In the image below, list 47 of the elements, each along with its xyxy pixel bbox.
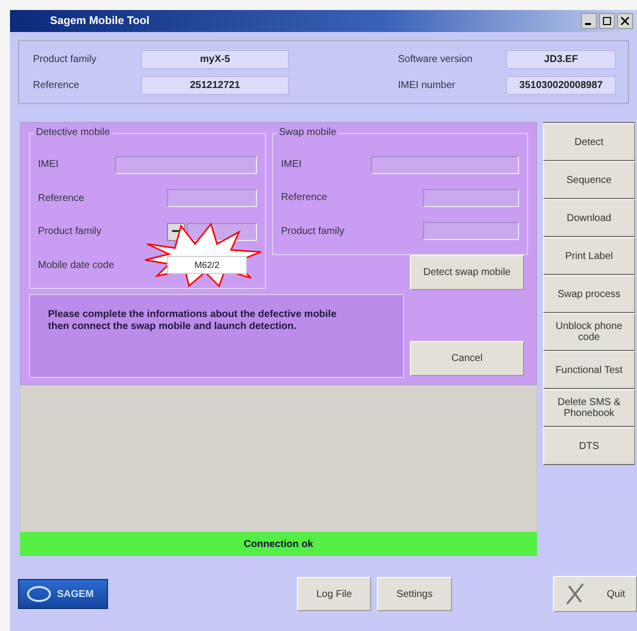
minimize-button[interactable] [581, 13, 597, 29]
side-button[interactable]: Detect [543, 123, 635, 161]
info-value: myX-5 [141, 50, 289, 68]
info-label: Product family [32, 54, 98, 64]
group-title: Detective mobile [34, 127, 112, 138]
panel-button[interactable]: Cancel [410, 341, 524, 376]
close-button[interactable] [617, 13, 633, 29]
status-bar: Connection ok [20, 532, 537, 556]
bottom-button[interactable]: Settings [377, 577, 452, 611]
field-label: Mobile date code [38, 260, 116, 271]
maximize-button[interactable] [599, 13, 615, 29]
side-button[interactable]: Unblock phone code [543, 313, 635, 351]
info-label: Software version [397, 54, 474, 64]
window-title: Sagem Mobile Tool [50, 15, 150, 27]
side-button[interactable]: Print Label [543, 237, 635, 275]
instruction-message: Please complete the informations about the defective mobile then connect the swap mobile and launch detection. [29, 294, 404, 378]
input-field[interactable] [423, 188, 519, 207]
input-field[interactable]: M62/2 [167, 256, 247, 274]
field-label: Reference [38, 192, 86, 204]
info-label: Reference [32, 80, 80, 90]
quit-button[interactable]: Quit [553, 576, 637, 612]
maximize-icon [603, 17, 611, 25]
field-label: Reference [281, 192, 328, 204]
side-button[interactable]: Sequence [543, 161, 635, 199]
side-button[interactable]: Delete SMS & Phonebook [543, 389, 635, 427]
field-label: IMEI [38, 159, 60, 170]
info-label: IMEI number [397, 80, 456, 90]
side-button[interactable]: Swap process [543, 275, 635, 313]
input-field[interactable] [371, 156, 519, 174]
field-label: Product family [38, 226, 102, 238]
group-title: Swap mobile [277, 127, 338, 138]
side-button[interactable]: Functional Test [543, 351, 635, 389]
input-field[interactable] [167, 189, 257, 208]
close-icon [621, 17, 629, 25]
info-value: JD3.EF [506, 50, 616, 68]
bottom-button[interactable]: Log File [297, 577, 372, 611]
panel-button[interactable]: Detect swap mobile [410, 255, 524, 290]
side-button[interactable]: DTS [543, 427, 635, 465]
ellipse-icon [27, 586, 51, 602]
info-value: 351030020008987 [506, 76, 616, 94]
info-value: 251212721 [141, 76, 289, 94]
field-label: IMEI [281, 159, 303, 170]
field-label: Product family [281, 226, 346, 237]
side-button[interactable]: Download [543, 199, 635, 237]
input-field[interactable] [423, 222, 519, 240]
logo-text: SAGEM [57, 588, 94, 600]
input-field[interactable] [115, 156, 257, 174]
